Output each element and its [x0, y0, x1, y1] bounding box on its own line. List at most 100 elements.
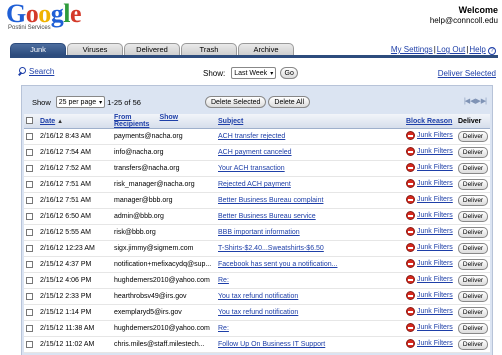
- tab-junk[interactable]: Junk: [10, 43, 66, 55]
- subject-sort-link[interactable]: Subject: [218, 118, 243, 125]
- row-subject-cell: Re:: [216, 272, 404, 289]
- row-date: 2/16/12 6:50 AM: [38, 208, 112, 225]
- row-checkbox[interactable]: [26, 340, 33, 348]
- time-range-select[interactable]: Last Week ▾: [231, 67, 277, 79]
- logo-letter: e: [69, 0, 82, 28]
- row-checkbox[interactable]: [26, 132, 33, 140]
- junk-filters-link[interactable]: Junk Filters: [417, 324, 453, 331]
- table-row: 2/15/12 11:38 AM hughdemers2010@yahoo.com…: [24, 320, 490, 337]
- block-reason-sort-link[interactable]: Block Reason: [406, 118, 452, 125]
- row-checkbox[interactable]: [26, 276, 33, 284]
- deliver-button[interactable]: Deliver: [458, 195, 488, 206]
- message-panel: Show 25 per page ▾ 1-25 of 56 Delete Sele…: [21, 85, 493, 355]
- junk-filters-link[interactable]: Junk Filters: [417, 292, 453, 299]
- row-subject-link[interactable]: Re:: [218, 325, 229, 332]
- help-icon[interactable]: ?: [488, 47, 496, 55]
- junk-filters-link[interactable]: Junk Filters: [417, 244, 453, 251]
- search-icon[interactable]: [18, 67, 27, 76]
- pagination-arrows[interactable]: |◀ ◀ ▶ ▶|: [464, 97, 487, 105]
- go-button[interactable]: Go: [280, 67, 299, 79]
- row-subject-link[interactable]: Re:: [218, 277, 229, 284]
- delete-selected-button[interactable]: Delete Selected: [205, 96, 267, 108]
- row-subject-link[interactable]: Your ACH transaction: [218, 165, 285, 172]
- row-subject-link[interactable]: You tax refund notification: [218, 309, 298, 316]
- deliver-button[interactable]: Deliver: [458, 179, 488, 190]
- deliver-button[interactable]: Deliver: [458, 259, 488, 270]
- row-checkbox-cell: [24, 240, 38, 257]
- junk-filters-link[interactable]: Junk Filters: [417, 260, 453, 267]
- per-page-control: Show 25 per page ▾ 1-25 of 56: [32, 96, 141, 108]
- row-checkbox[interactable]: [26, 164, 33, 172]
- deliver-button[interactable]: Deliver: [458, 211, 488, 222]
- tab-underline: [10, 55, 498, 58]
- deliver-button[interactable]: Deliver: [458, 323, 488, 334]
- search-link[interactable]: Search: [29, 67, 54, 76]
- row-subject-link[interactable]: T-Shirts-$2.40...Sweatshirts-$6.50: [218, 245, 324, 252]
- junk-filters-link[interactable]: Junk Filters: [417, 308, 453, 315]
- row-subject-link[interactable]: BBB important information: [218, 229, 300, 236]
- junk-filters-link[interactable]: Junk Filters: [417, 196, 453, 203]
- logo-letter: l: [63, 0, 70, 28]
- row-subject-link[interactable]: Rejected ACH payment: [218, 181, 291, 188]
- row-checkbox[interactable]: [26, 228, 33, 236]
- row-subject-cell: Re:: [216, 320, 404, 337]
- deliver-button[interactable]: Deliver: [458, 131, 488, 142]
- deliver-button[interactable]: Deliver: [458, 243, 488, 254]
- blocked-icon: [406, 323, 415, 332]
- junk-filters-link[interactable]: Junk Filters: [417, 228, 453, 235]
- deliver-button[interactable]: Deliver: [458, 339, 488, 350]
- my-settings-link[interactable]: My Settings: [391, 45, 433, 54]
- date-sort-link[interactable]: Date: [40, 118, 55, 125]
- row-deliver-cell: Deliver: [456, 272, 490, 289]
- row-checkbox[interactable]: [26, 260, 33, 268]
- deliver-button[interactable]: Deliver: [458, 291, 488, 302]
- search-row: Search: [18, 67, 54, 76]
- row-checkbox[interactable]: [26, 180, 33, 188]
- delete-all-button[interactable]: Delete All: [268, 96, 310, 108]
- row-checkbox[interactable]: [26, 148, 33, 156]
- row-subject-link[interactable]: Facebook has sent you a notification...: [218, 261, 337, 268]
- junk-filters-link[interactable]: Junk Filters: [417, 276, 453, 283]
- row-subject-link[interactable]: Better Business Bureau complaint: [218, 197, 323, 204]
- row-checkbox[interactable]: [26, 324, 33, 332]
- tab-viruses[interactable]: Viruses: [67, 43, 123, 55]
- row-deliver-cell: Deliver: [456, 208, 490, 225]
- junk-filters-link[interactable]: Junk Filters: [417, 212, 453, 219]
- blocked-icon: [406, 163, 415, 172]
- row-subject-link[interactable]: Follow Up On Business IT Support: [218, 341, 325, 348]
- select-all-checkbox[interactable]: [26, 117, 33, 125]
- per-page-select[interactable]: 25 per page ▾: [55, 96, 106, 108]
- junk-filters-link[interactable]: Junk Filters: [417, 340, 453, 347]
- row-checkbox[interactable]: [26, 196, 33, 204]
- deliver-button[interactable]: Deliver: [458, 307, 488, 318]
- tab-archive[interactable]: Archive: [238, 43, 294, 55]
- table-row: 2/15/12 11:02 AM chris.miles@staff.milest…: [24, 336, 490, 353]
- tab-trash[interactable]: Trash: [181, 43, 237, 55]
- log-out-link[interactable]: Log Out: [437, 45, 465, 54]
- table-row: 2/15/12 1:14 PM exemplaryd5@irs.gov You ta…: [24, 304, 490, 321]
- junk-filters-link[interactable]: Junk Filters: [417, 180, 453, 187]
- deliver-selected-link[interactable]: Deliver Selected: [438, 69, 496, 78]
- row-subject-cell: Rejected ACH payment: [216, 176, 404, 193]
- row-subject-link[interactable]: You tax refund notification: [218, 293, 298, 300]
- junk-filters-link[interactable]: Junk Filters: [417, 132, 453, 139]
- deliver-button[interactable]: Deliver: [458, 227, 488, 238]
- deliver-button[interactable]: Deliver: [458, 275, 488, 286]
- row-subject-link[interactable]: ACH transfer rejected: [218, 133, 285, 140]
- row-checkbox[interactable]: [26, 292, 33, 300]
- row-deliver-cell: Deliver: [456, 224, 490, 241]
- logo-wordmark: Google: [6, 0, 82, 28]
- row-subject-link[interactable]: Better Business Bureau service: [218, 213, 316, 220]
- tab-delivered[interactable]: Delivered: [124, 43, 180, 55]
- deliver-button[interactable]: Deliver: [458, 147, 488, 158]
- row-date: 2/16/12 7:51 AM: [38, 176, 112, 193]
- from-sort-link[interactable]: From: [114, 114, 132, 121]
- row-checkbox[interactable]: [26, 212, 33, 220]
- row-checkbox[interactable]: [26, 244, 33, 252]
- deliver-button[interactable]: Deliver: [458, 163, 488, 174]
- row-subject-link[interactable]: ACH payment canceled: [218, 149, 292, 156]
- help-link[interactable]: Help: [469, 45, 485, 54]
- row-checkbox[interactable]: [26, 308, 33, 316]
- junk-filters-link[interactable]: Junk Filters: [417, 164, 453, 171]
- junk-filters-link[interactable]: Junk Filters: [417, 148, 453, 155]
